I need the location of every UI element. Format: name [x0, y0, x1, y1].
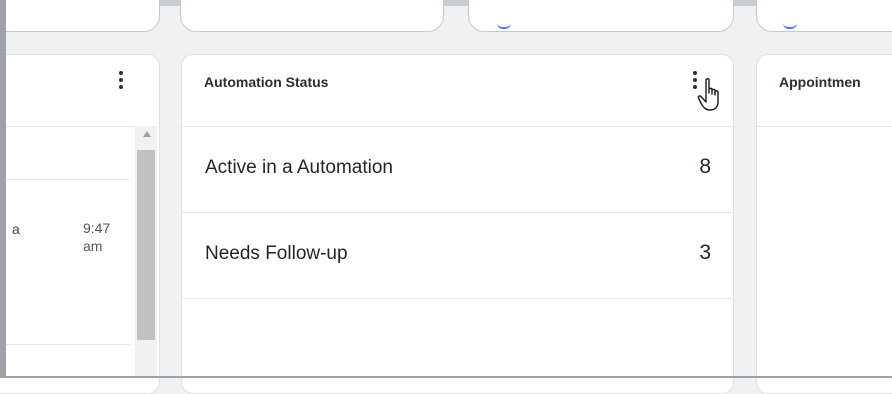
- stat-row-active[interactable]: Active in a Automation 8: [182, 127, 733, 213]
- top-card-3[interactable]: [468, 0, 734, 32]
- hand-cursor-icon: [697, 78, 719, 111]
- automation-status-title: Automation Status: [204, 74, 329, 90]
- appointments-card: Appointmen: [756, 54, 892, 394]
- appointments-title: Appointmen: [779, 74, 861, 90]
- more-options-icon[interactable]: [119, 71, 123, 93]
- stat-label: Needs Follow-up: [205, 243, 348, 264]
- row-divider: [0, 179, 130, 180]
- list-item-time: 9:47 am: [83, 220, 111, 254]
- top-card-4[interactable]: [756, 0, 892, 32]
- automation-status-card: Automation Status Active in a Automation…: [181, 54, 734, 394]
- stat-count: 8: [699, 155, 711, 178]
- scrollbar-thumb[interactable]: [137, 150, 155, 340]
- automation-status-header: Automation Status: [182, 55, 733, 127]
- appointments-header: Appointmen: [757, 55, 892, 127]
- row-divider: [0, 344, 130, 345]
- stat-count: 3: [699, 241, 711, 264]
- stat-row-follow-up[interactable]: Needs Follow-up 3: [182, 213, 733, 299]
- window-left-edge: [0, 0, 6, 378]
- accent-arc-icon: [497, 23, 511, 29]
- stat-label: Active in a Automation: [205, 157, 393, 178]
- top-card-2[interactable]: [180, 0, 444, 32]
- list-item-text: a: [12, 221, 20, 237]
- left-card-header: [0, 55, 159, 127]
- top-card-1[interactable]: [0, 0, 160, 32]
- accent-arc-icon: [783, 23, 797, 29]
- scroll-up-arrow-icon[interactable]: [143, 131, 151, 137]
